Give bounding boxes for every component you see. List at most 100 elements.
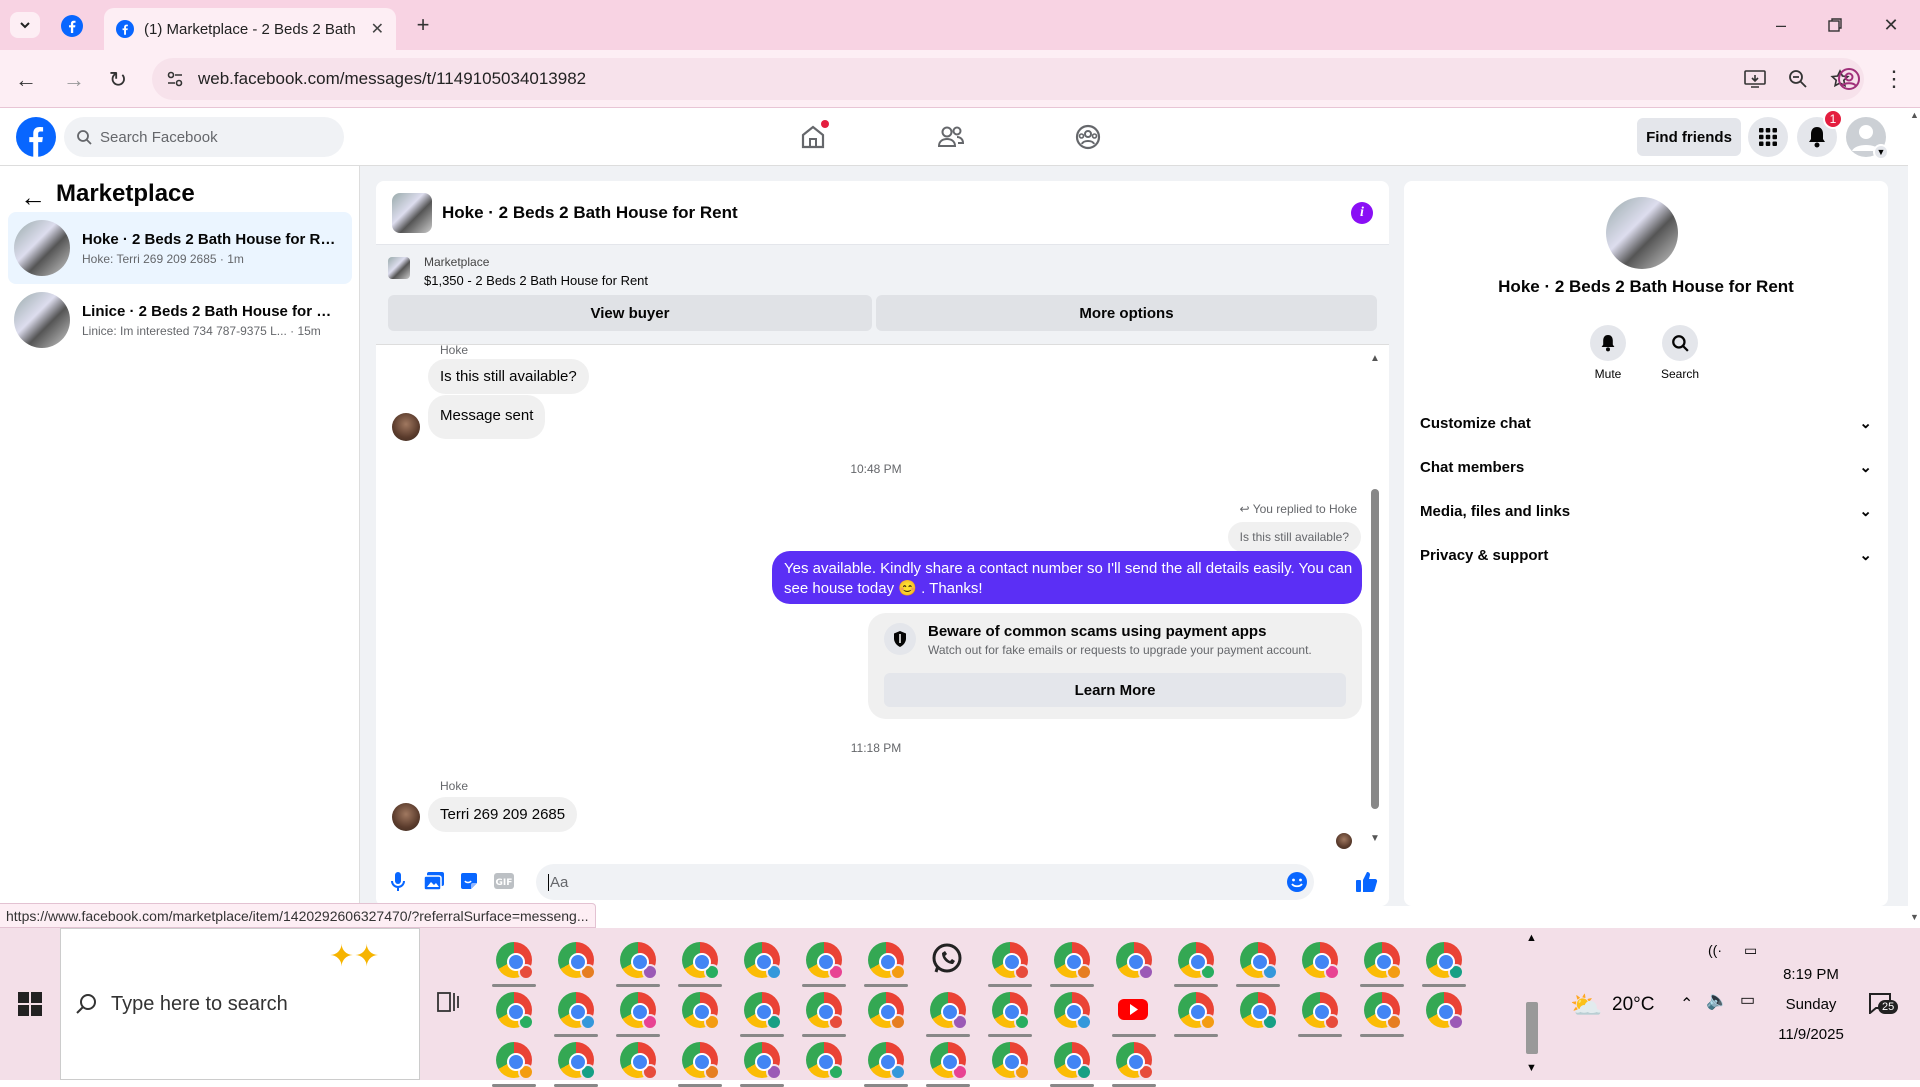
chrome-profile-icon[interactable] xyxy=(1240,992,1278,1030)
chat-title[interactable]: Hoke · 2 Beds 2 Bath House for Rent xyxy=(442,203,738,223)
chrome-profile-icon[interactable] xyxy=(1054,992,1092,1030)
chrome-profile-icon[interactable] xyxy=(992,942,1030,980)
chrome-profile-icon[interactable] xyxy=(868,992,906,1030)
battery-icon[interactable]: ▭ xyxy=(1740,990,1755,1010)
chrome-profile-icon[interactable] xyxy=(496,942,534,980)
search-in-chat-button[interactable]: Search xyxy=(1658,325,1702,381)
chrome-profile-icon[interactable] xyxy=(744,1042,782,1080)
chrome-profile-icon[interactable] xyxy=(1116,1042,1154,1080)
chrome-profile-icon[interactable] xyxy=(1426,942,1464,980)
new-tab-button[interactable]: + xyxy=(410,12,436,38)
account-avatar[interactable]: ▼ xyxy=(1846,117,1889,160)
chrome-profile-icon[interactable] xyxy=(558,992,596,1030)
scroll-up-icon[interactable]: ▲ xyxy=(1910,110,1919,120)
chrome-profile-icon[interactable] xyxy=(806,1042,844,1080)
nav-friends[interactable] xyxy=(931,120,971,154)
info-icon[interactable]: i xyxy=(1351,201,1373,224)
install-app-icon[interactable] xyxy=(1744,69,1766,89)
chrome-profile-icon[interactable] xyxy=(620,942,658,980)
taskbar-scroll-thumb[interactable] xyxy=(1526,1002,1538,1054)
chrome-profile-icon[interactable] xyxy=(1116,942,1154,980)
nav-home[interactable] xyxy=(793,120,833,154)
chrome-profile-icon[interactable] xyxy=(1302,942,1340,980)
page-scrollbar[interactable]: ▲ ▼ xyxy=(1908,108,1920,928)
conversation-item[interactable]: Hoke · 2 Beds 2 Bath House for Rent Hoke… xyxy=(8,212,352,284)
outgoing-message[interactable]: Yes available. Kindly share a contact nu… xyxy=(772,551,1362,604)
chrome-profile-icon[interactable] xyxy=(930,992,968,1030)
chat-scrollbar[interactable]: ▲ ▼ xyxy=(1368,349,1382,849)
more-options-button[interactable]: More options xyxy=(876,295,1377,331)
chrome-profile-icon[interactable] xyxy=(744,942,782,980)
quoted-message[interactable]: Is this still available? xyxy=(1227,522,1361,552)
notifications-button[interactable]: 1 xyxy=(1797,109,1843,157)
scroll-up-icon[interactable]: ▲ xyxy=(1370,353,1380,364)
address-bar[interactable]: web.facebook.com/messages/t/114910503401… xyxy=(152,58,1864,100)
tray-device-icon[interactable]: ▭ xyxy=(1744,942,1757,959)
scroll-down-icon[interactable]: ▼ xyxy=(1370,833,1380,844)
sticker-icon[interactable] xyxy=(459,871,479,891)
chrome-profile-icon[interactable] xyxy=(558,1042,596,1080)
chrome-profile-icon[interactable] xyxy=(682,1042,720,1080)
notification-center-icon[interactable]: 25 xyxy=(1868,992,1899,1014)
chrome-profile-icon[interactable] xyxy=(1302,992,1340,1030)
media-files-section[interactable]: Media, files and links ⌄ xyxy=(1420,489,1872,533)
pinned-facebook-tab[interactable] xyxy=(58,12,86,40)
message-input[interactable]: Aa xyxy=(536,864,1314,900)
gif-icon[interactable]: GIF xyxy=(493,871,515,891)
chrome-profile-icon[interactable] xyxy=(496,1042,534,1080)
taskbar-time[interactable]: 8:19 PM xyxy=(1766,966,1856,983)
view-buyer-button[interactable]: View buyer xyxy=(388,295,872,331)
speaker-icon[interactable]: 🔈 xyxy=(1706,990,1728,1011)
chrome-profile-icon[interactable] xyxy=(930,1042,968,1080)
sender-avatar[interactable] xyxy=(392,803,420,831)
chrome-profile-icon[interactable] xyxy=(1178,942,1216,980)
sender-avatar[interactable] xyxy=(392,413,420,441)
chrome-profile-icon[interactable] xyxy=(1054,942,1092,980)
emoji-icon[interactable] xyxy=(1286,871,1308,893)
scrollbar-thumb[interactable] xyxy=(1371,489,1379,809)
like-thumb-icon[interactable] xyxy=(1355,870,1379,894)
taskbar-scroll[interactable]: ▲ ▼ xyxy=(1522,928,1540,1080)
weather-icon[interactable]: ⛅ xyxy=(1570,990,1602,1021)
chevron-down-icon[interactable]: ▼ xyxy=(1526,1062,1537,1074)
chrome-profile-icon[interactable] xyxy=(1240,942,1278,980)
chrome-profile-icon[interactable] xyxy=(992,1042,1030,1080)
chrome-profile-icon[interactable] xyxy=(868,1042,906,1080)
chrome-profile-icon[interactable] xyxy=(1426,992,1464,1030)
chrome-profile-icon[interactable] xyxy=(620,992,658,1030)
chat-members-section[interactable]: Chat members ⌄ xyxy=(1420,445,1872,489)
taskbar-date[interactable]: 11/9/2025 xyxy=(1766,1026,1856,1043)
chrome-profile-icon[interactable] xyxy=(744,992,782,1030)
chrome-profile-icon[interactable] xyxy=(620,1042,658,1080)
windows-start-icon[interactable] xyxy=(18,992,42,1016)
chrome-profile-icon[interactable] xyxy=(1364,992,1402,1030)
incoming-message[interactable]: Terri 269 209 2685 xyxy=(428,797,578,832)
customize-chat-section[interactable]: Customize chat ⌄ xyxy=(1420,401,1872,445)
photo-icon[interactable] xyxy=(423,871,445,891)
incoming-message[interactable]: Message sent xyxy=(428,395,546,439)
show-hidden-icons[interactable]: ⌃ xyxy=(1680,994,1693,1014)
chrome-profile-icon[interactable] xyxy=(1178,992,1216,1030)
listing-detail[interactable]: $1,350 - 2 Beds 2 Bath House for Rent xyxy=(424,273,648,288)
chrome-profile-icon[interactable] xyxy=(992,992,1030,1030)
youtube-icon[interactable] xyxy=(1116,992,1152,1028)
chrome-profile-icon[interactable] xyxy=(1364,942,1402,980)
minimize-button[interactable]: – xyxy=(1766,10,1796,40)
chrome-profile-icon[interactable] xyxy=(806,942,844,980)
chrome-profile-icon[interactable] xyxy=(558,942,596,980)
back-button[interactable]: ← xyxy=(12,66,40,94)
privacy-support-section[interactable]: Privacy & support ⌄ xyxy=(1420,533,1872,577)
weather-temp[interactable]: 20°C xyxy=(1612,994,1654,1016)
mute-button[interactable]: Mute xyxy=(1586,325,1630,381)
nav-groups[interactable] xyxy=(1068,120,1108,154)
back-arrow-icon[interactable]: ← xyxy=(20,182,46,213)
zoom-icon[interactable] xyxy=(1788,69,1808,89)
taskbar-day[interactable]: Sunday xyxy=(1766,996,1856,1013)
reload-button[interactable]: ↻ xyxy=(104,66,132,94)
conversation-item[interactable]: Linice · 2 Beds 2 Bath House for Re... L… xyxy=(8,284,352,356)
facebook-logo[interactable] xyxy=(16,117,56,157)
chrome-profile-icon[interactable] xyxy=(682,942,720,980)
profile-icon[interactable] xyxy=(1834,64,1864,94)
network-icon[interactable]: ((· xyxy=(1708,942,1722,958)
close-window-button[interactable]: ✕ xyxy=(1876,10,1906,40)
